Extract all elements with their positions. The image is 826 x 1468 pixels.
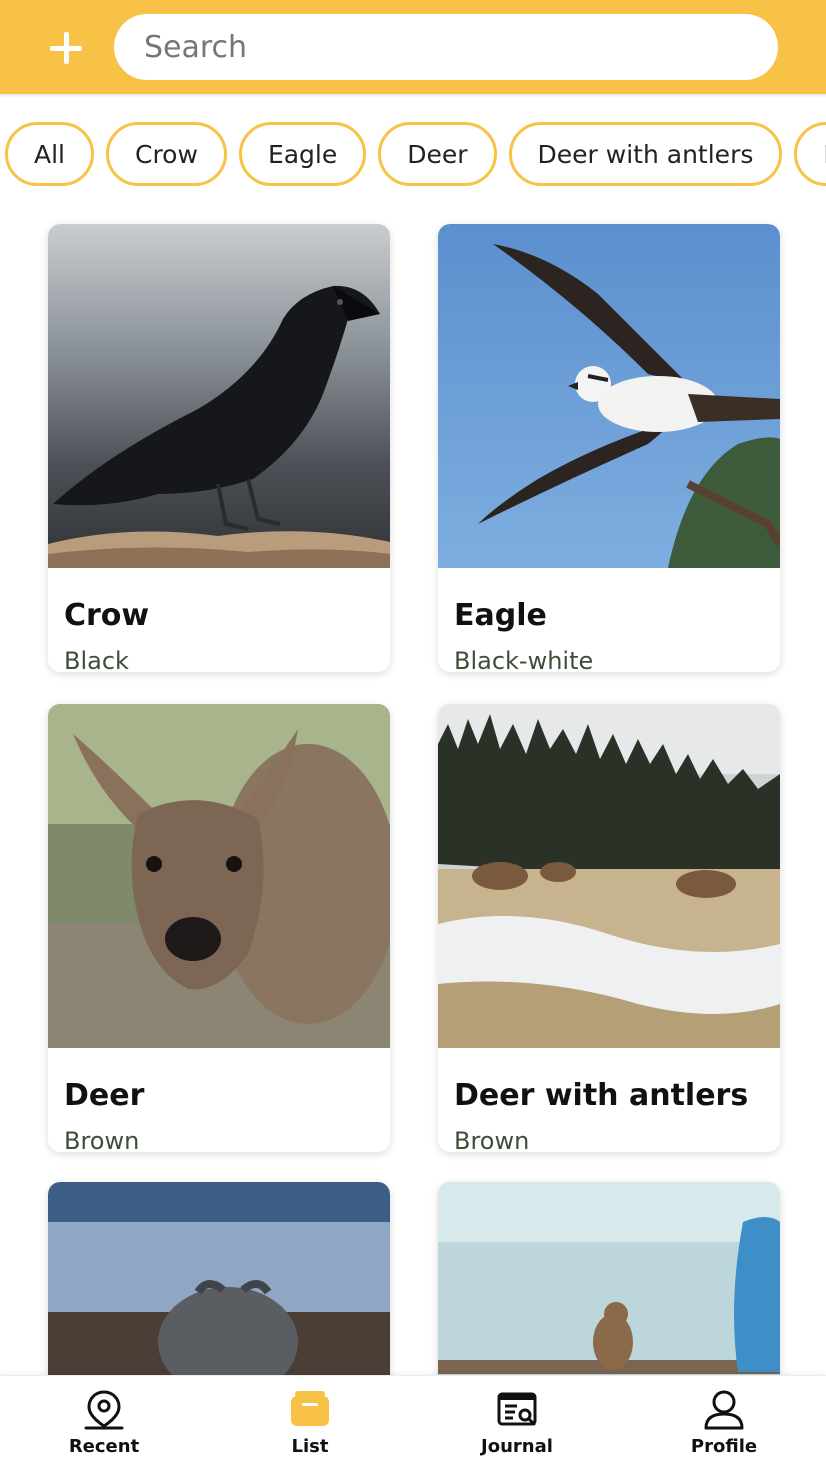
bottom-nav: Recent List Journal Profile xyxy=(0,1375,826,1468)
animal-card-crow[interactable]: Crow Black xyxy=(48,224,390,672)
location-pin-icon xyxy=(84,1390,124,1430)
add-button[interactable] xyxy=(46,28,86,68)
nav-recent-label: Recent xyxy=(68,1436,140,1457)
journal-search-icon xyxy=(497,1392,537,1426)
folder-icon xyxy=(291,1391,329,1426)
header xyxy=(0,0,826,94)
nav-journal-label: Journal xyxy=(481,1436,553,1457)
chip-deer-with-antlers[interactable]: Deer with antlers xyxy=(508,122,783,186)
user-icon xyxy=(704,1390,744,1430)
card-subtitle: Brown xyxy=(64,1127,140,1152)
chip-deer[interactable]: Deer xyxy=(378,122,497,186)
card-subtitle: Black-white xyxy=(454,647,594,672)
nav-list[interactable]: List xyxy=(240,1376,380,1468)
card-title: Crow xyxy=(64,598,150,633)
app: All Crow Eagle Deer Deer with antlers Ra… xyxy=(0,0,826,1468)
card-subtitle: Brown xyxy=(454,1127,530,1152)
crow-photo xyxy=(48,224,390,568)
elk-photo xyxy=(438,704,780,1048)
card-title: Deer xyxy=(64,1078,145,1113)
nav-profile[interactable]: Profile xyxy=(654,1376,794,1468)
chip-crow[interactable]: Crow xyxy=(106,122,227,186)
nav-recent[interactable]: Recent xyxy=(34,1376,174,1468)
animal-card-eagle[interactable]: Eagle Black-white xyxy=(438,224,780,672)
nav-list-label: List xyxy=(291,1436,329,1457)
deer-photo xyxy=(48,704,390,1048)
chip-rabbit[interactable]: Rab xyxy=(794,122,826,186)
animal-card-deer-with-antlers[interactable]: Deer with antlers Brown xyxy=(438,704,780,1152)
search-input[interactable] xyxy=(114,14,778,80)
card-title: Deer with antlers xyxy=(454,1078,749,1113)
chip-eagle[interactable]: Eagle xyxy=(238,122,367,186)
card-title: Eagle xyxy=(454,598,547,633)
chip-all[interactable]: All xyxy=(5,122,94,186)
filter-chips: All Crow Eagle Deer Deer with antlers Ra… xyxy=(5,122,826,186)
nav-profile-label: Profile xyxy=(690,1436,758,1457)
nav-journal[interactable]: Journal xyxy=(447,1376,587,1468)
eagle-photo xyxy=(438,224,780,568)
header-divider xyxy=(0,94,826,98)
card-subtitle: Black xyxy=(64,647,129,672)
animal-card-deer[interactable]: Deer Brown xyxy=(48,704,390,1152)
